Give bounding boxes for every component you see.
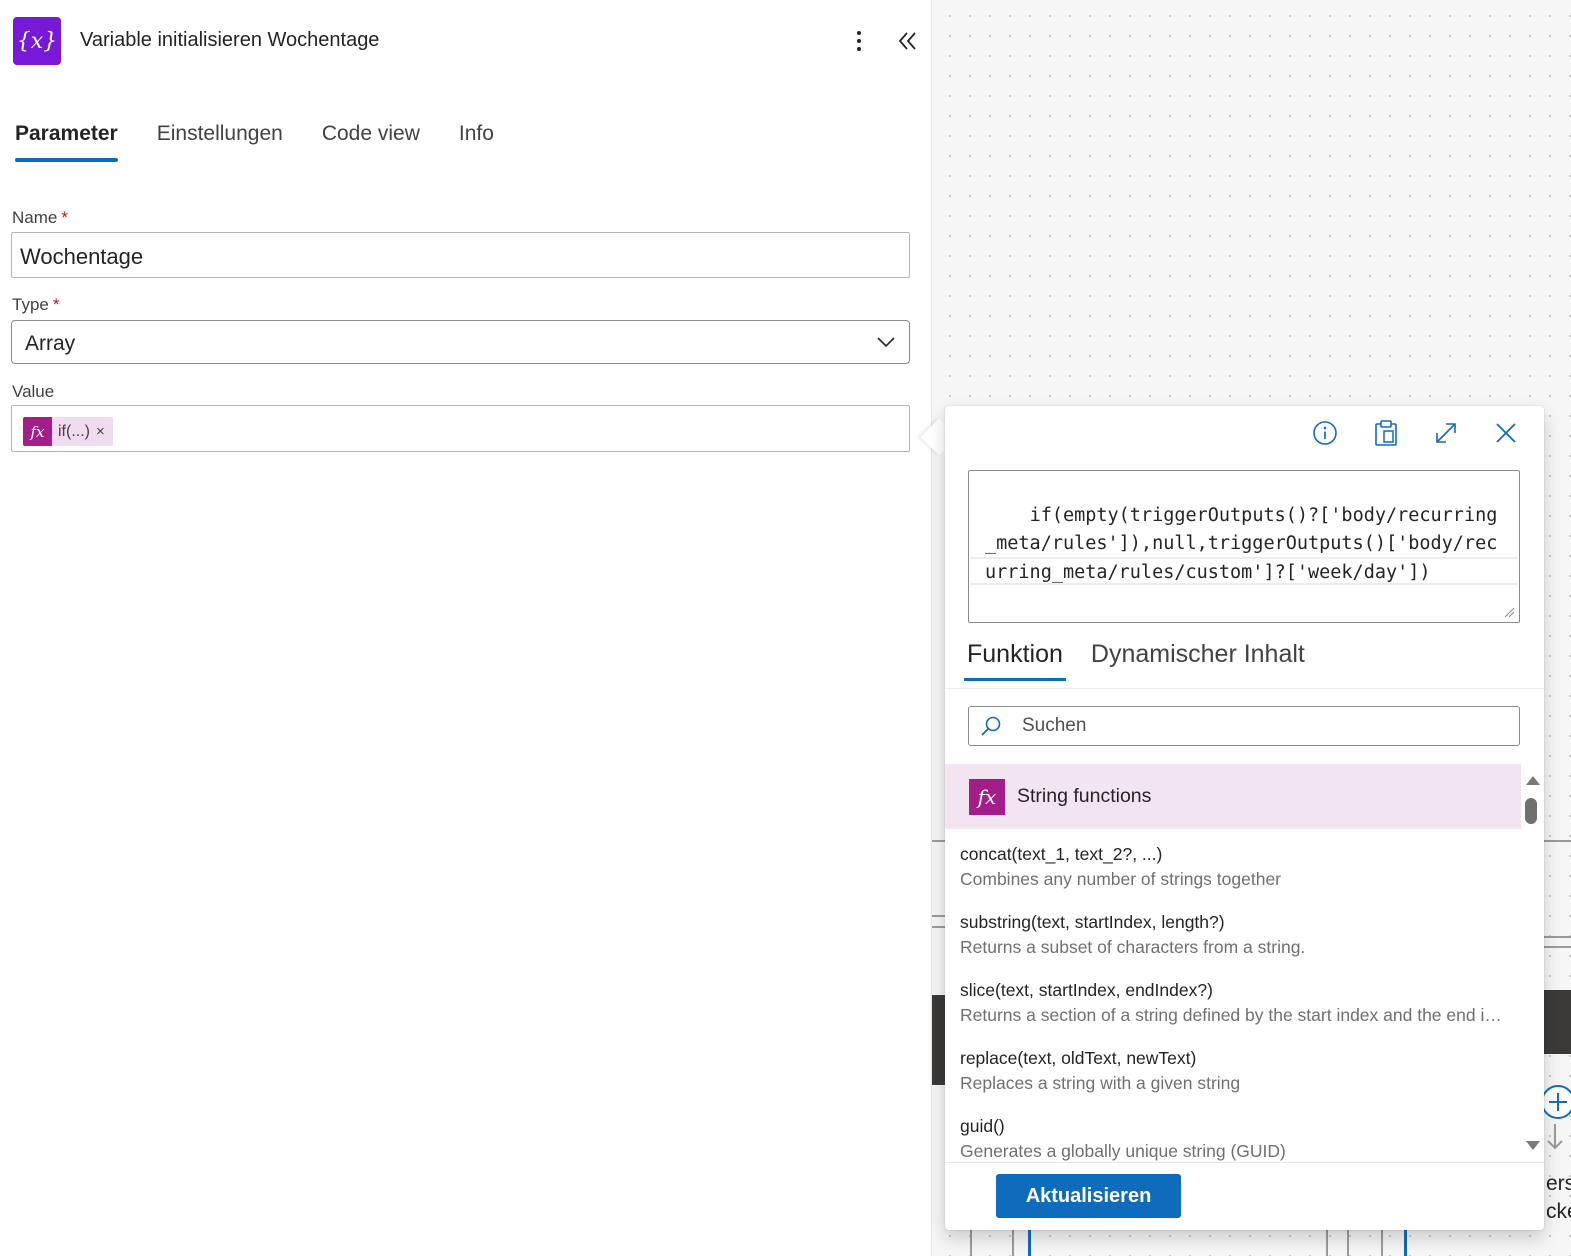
tab-code-view[interactable]: Code view bbox=[322, 122, 420, 160]
function-icon: fx bbox=[23, 417, 52, 446]
resize-grip-icon[interactable] bbox=[1503, 606, 1515, 618]
category-label: String functions bbox=[1017, 785, 1152, 807]
canvas-card[interactable] bbox=[932, 995, 946, 1085]
function-name: slice(text, startIndex, endIndex?) bbox=[960, 980, 1213, 1000]
editor-tabs: Funktion Dynamischer Inhalt bbox=[964, 640, 1333, 681]
close-icon[interactable] bbox=[1491, 418, 1521, 448]
value-field-label: Value bbox=[12, 382, 55, 401]
name-input[interactable]: Wochentage bbox=[11, 232, 910, 278]
function-description: Combines any number of strings together bbox=[960, 869, 1281, 889]
canvas-connector bbox=[1347, 1230, 1349, 1256]
canvas-card-text: cke bbox=[1546, 1200, 1571, 1223]
canvas-connector bbox=[932, 926, 946, 928]
function-name: substring(text, startIndex, length?) bbox=[960, 912, 1225, 932]
type-field-label: Type * bbox=[12, 295, 60, 314]
list-item[interactable]: guid() Generates a globally unique strin… bbox=[960, 1116, 1510, 1162]
function-description: Generates a globally unique string (GUID… bbox=[960, 1141, 1286, 1161]
canvas-connector bbox=[1544, 936, 1571, 938]
required-marker: * bbox=[52, 295, 60, 314]
category-string-functions[interactable]: fx String functions bbox=[945, 764, 1521, 829]
more-options-button[interactable] bbox=[846, 27, 872, 55]
canvas-card[interactable] bbox=[1544, 990, 1571, 1054]
arrow-down-icon bbox=[1547, 1124, 1563, 1150]
tab-einstellungen[interactable]: Einstellungen bbox=[157, 122, 283, 160]
action-title[interactable]: Variable initialisieren Wochentage bbox=[80, 29, 379, 52]
info-icon[interactable] bbox=[1310, 418, 1340, 448]
canvas-connector bbox=[932, 915, 946, 917]
expand-icon[interactable] bbox=[1431, 418, 1461, 448]
scroll-up-icon[interactable] bbox=[1526, 776, 1540, 785]
canvas-connector bbox=[1028, 1230, 1031, 1256]
function-name: replace(text, oldText, newText) bbox=[960, 1048, 1197, 1068]
type-dropdown-value: Array bbox=[25, 332, 76, 355]
list-item[interactable]: replace(text, oldText, newText) Replaces… bbox=[960, 1048, 1510, 1094]
tab-funktion[interactable]: Funktion bbox=[964, 640, 1066, 681]
expression-token[interactable]: fx if(...) × bbox=[23, 417, 113, 446]
function-description: Returns a subset of characters from a st… bbox=[960, 937, 1306, 957]
name-field-label: Name * bbox=[12, 208, 68, 227]
list-item[interactable]: concat(text_1, text_2?, ...) Combines an… bbox=[960, 844, 1510, 890]
function-description: Replaces a string with a given string bbox=[960, 1073, 1241, 1093]
canvas-card-text: ers bbox=[1546, 1172, 1571, 1195]
panel-tabs: Parameter Einstellungen Code view Info bbox=[15, 122, 533, 162]
tab-parameter[interactable]: Parameter bbox=[15, 122, 118, 162]
tab-dynamischer-inhalt[interactable]: Dynamischer Inhalt bbox=[1091, 640, 1305, 679]
search-icon bbox=[981, 716, 1001, 736]
chevron-down-icon bbox=[877, 337, 895, 348]
type-dropdown[interactable]: Array bbox=[11, 320, 910, 364]
canvas-connector bbox=[1012, 1230, 1014, 1256]
required-marker: * bbox=[61, 208, 68, 227]
function-list-scrollbar[interactable] bbox=[1521, 772, 1541, 1156]
function-icon: fx bbox=[969, 778, 1005, 815]
variable-icon: {x} bbox=[13, 17, 61, 65]
scrollbar-thumb[interactable] bbox=[1525, 798, 1537, 824]
list-item[interactable]: substring(text, startIndex, length?) Ret… bbox=[960, 912, 1510, 958]
value-input[interactable]: fx if(...) × bbox=[11, 405, 910, 452]
canvas-connector bbox=[1326, 1230, 1328, 1256]
function-description: Returns a section of a string defined by… bbox=[960, 1005, 1510, 1025]
action-properties-panel: {x} Variable initialisieren Wochentage P… bbox=[0, 0, 932, 1256]
function-list: concat(text_1, text_2?, ...) Combines an… bbox=[945, 840, 1521, 1162]
canvas-connector bbox=[970, 1230, 972, 1256]
function-search[interactable] bbox=[968, 706, 1520, 746]
canvas-connector bbox=[1544, 946, 1571, 948]
tab-info[interactable]: Info bbox=[459, 122, 494, 160]
collapse-panel-icon[interactable] bbox=[894, 27, 922, 55]
name-input-value: Wochentage bbox=[20, 244, 144, 269]
expression-text: if(empty(triggerOutputs()?['body/recurri… bbox=[985, 504, 1498, 583]
canvas-connector bbox=[1381, 1230, 1383, 1256]
remove-token-button[interactable]: × bbox=[96, 423, 113, 440]
expression-textarea[interactable]: if(empty(triggerOutputs()?['body/recurri… bbox=[968, 470, 1520, 623]
function-name: concat(text_1, text_2?, ...) bbox=[960, 844, 1163, 864]
list-item[interactable]: slice(text, startIndex, endIndex?) Retur… bbox=[960, 980, 1510, 1026]
expression-token-label: if(...) bbox=[58, 422, 90, 440]
expression-editor-popup: if(empty(triggerOutputs()?['body/recurri… bbox=[945, 406, 1544, 1230]
paste-icon[interactable] bbox=[1371, 418, 1401, 448]
canvas-connector bbox=[1404, 1230, 1407, 1256]
function-name: guid() bbox=[960, 1116, 1005, 1136]
update-button[interactable]: Aktualisieren bbox=[996, 1174, 1181, 1218]
search-input[interactable] bbox=[1022, 715, 1502, 737]
scroll-down-icon[interactable] bbox=[1526, 1141, 1540, 1150]
